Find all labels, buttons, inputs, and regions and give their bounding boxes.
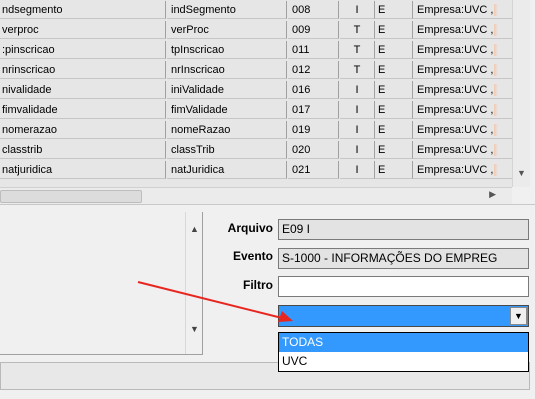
table-cell: :pinscricao	[0, 41, 166, 59]
table-cell: indSegmento	[167, 1, 287, 19]
table-cell: Empresa:UVC ,	[413, 101, 512, 119]
truncation-marker	[494, 4, 499, 17]
truncation-marker	[494, 164, 499, 177]
table-row[interactable]: :pinscricao tpInscricao 011 T E Empresa:UVC ,	[0, 40, 512, 60]
table-cell: verProc	[167, 21, 287, 39]
table-cell: 021	[288, 161, 339, 179]
dropdown-option-uvc[interactable]: UVC	[279, 352, 528, 371]
scroll-down-icon[interactable]: ▼	[513, 168, 530, 178]
table-row[interactable]: fimvalidade fimValidade 017 I E Empresa:UVC ,	[0, 100, 512, 120]
table-row[interactable]: nivalidade iniValidade 016 I E Empresa:UVC ,	[0, 80, 512, 100]
table-row[interactable]: classtrib classTrib 020 I E Empresa:UVC ,	[0, 140, 512, 160]
table-cell: ndsegmento	[0, 1, 166, 19]
table-cell: 017	[288, 101, 339, 119]
table-cell: I	[340, 121, 375, 139]
table-cell: E	[375, 101, 413, 119]
scrollbar-corner	[512, 187, 530, 204]
table-cell: 016	[288, 81, 339, 99]
table-cell: 011	[288, 41, 339, 59]
table-cell: 020	[288, 141, 339, 159]
table-cell: 019	[288, 121, 339, 139]
table-cell: I	[340, 81, 375, 99]
combo-dropdown-list[interactable]: TODAS UVC	[278, 332, 529, 372]
truncation-marker	[494, 24, 499, 37]
memo-box[interactable]: ▲ ▼	[0, 212, 203, 355]
table-cell: iniValidade	[167, 81, 287, 99]
truncation-marker	[494, 64, 499, 77]
table-cell: E	[375, 81, 413, 99]
table-row[interactable]: nrinscricao nrInscricao 012 T E Empresa:UVC ,	[0, 60, 512, 80]
grid-horizontal-scrollbar[interactable]: ▶	[0, 187, 512, 204]
table-cell: I	[340, 141, 375, 159]
table-cell: T	[340, 61, 375, 79]
table-cell: nrInscricao	[167, 61, 287, 79]
horizontal-scroll-thumb[interactable]	[0, 190, 142, 203]
grid-vertical-scrollbar[interactable]: ▼	[512, 0, 530, 187]
table-cell: T	[340, 41, 375, 59]
table-cell: I	[340, 161, 375, 179]
table-cell: E	[375, 1, 413, 19]
truncation-marker	[494, 84, 499, 97]
table-cell: natJuridica	[167, 161, 287, 179]
scroll-up-icon[interactable]: ▲	[186, 224, 203, 234]
table-cell: classTrib	[167, 141, 287, 159]
table-cell: E	[375, 161, 413, 179]
table-cell: nomerazao	[0, 121, 166, 139]
table-cell: fimValidade	[167, 101, 287, 119]
table-cell: Empresa:UVC ,	[413, 121, 512, 139]
truncation-marker	[494, 124, 499, 137]
scroll-down-icon[interactable]: ▼	[186, 324, 203, 334]
table-cell: E	[375, 121, 413, 139]
truncation-marker	[494, 44, 499, 57]
table-cell: 008	[288, 1, 339, 19]
table-cell: E	[375, 61, 413, 79]
table-cell: Empresa:UVC ,	[413, 41, 512, 59]
table-cell: Empresa:UVC ,	[413, 141, 512, 159]
table-cell: 012	[288, 61, 339, 79]
table-cell: verproc	[0, 21, 166, 39]
table-cell: 009	[288, 21, 339, 39]
table-row[interactable]: verproc verProc 009 T E Empresa:UVC ,	[0, 20, 512, 40]
table-cell: nivalidade	[0, 81, 166, 99]
data-grid[interactable]: ndsegmento indSegmento 008 I E Empresa:UVC ,v…	[0, 0, 530, 187]
table-cell: fimvalidade	[0, 101, 166, 119]
filter-combo[interactable]: ▼	[278, 305, 529, 327]
evento-label: Evento	[232, 249, 273, 263]
table-cell: classtrib	[0, 141, 166, 159]
evento-field[interactable]: S-1000 - INFORMAÇÕES DO EMPREG	[278, 248, 529, 269]
table-cell: nrinscricao	[0, 61, 166, 79]
table-row[interactable]: ndsegmento indSegmento 008 I E Empresa:UVC ,	[0, 0, 512, 20]
table-cell: tpInscricao	[167, 41, 287, 59]
arquivo-field[interactable]: E09 I	[278, 219, 529, 240]
table-row[interactable]: nomerazao nomeRazao 019 I E Empresa:UVC ,	[0, 120, 512, 140]
table-cell: Empresa:UVC ,	[413, 21, 512, 39]
table-cell: E	[375, 41, 413, 59]
table-cell: I	[340, 101, 375, 119]
table-cell: E	[375, 141, 413, 159]
table-cell: E	[375, 21, 413, 39]
table-cell: Empresa:UVC ,	[413, 81, 512, 99]
table-cell: I	[340, 1, 375, 19]
table-cell: nomeRazao	[167, 121, 287, 139]
table-cell: Empresa:UVC ,	[413, 161, 512, 179]
scroll-right-icon[interactable]: ▶	[489, 189, 496, 200]
table-cell: natjuridica	[0, 161, 166, 179]
filtro-label: Filtro	[243, 278, 273, 292]
table-cell: Empresa:UVC ,	[413, 1, 512, 19]
dropdown-option-todas[interactable]: TODAS	[279, 333, 528, 352]
truncation-marker	[494, 104, 499, 117]
chevron-down-icon[interactable]: ▼	[510, 307, 527, 325]
truncation-marker	[494, 144, 499, 157]
table-row[interactable]: natjuridica natJuridica 021 I E Empresa:UVC ,	[0, 160, 512, 180]
filtro-input[interactable]	[278, 276, 529, 297]
memo-scrollbar[interactable]: ▲ ▼	[185, 212, 202, 354]
table-cell: T	[340, 21, 375, 39]
table-cell: Empresa:UVC ,	[413, 61, 512, 79]
arquivo-label: Arquivo	[227, 221, 273, 235]
